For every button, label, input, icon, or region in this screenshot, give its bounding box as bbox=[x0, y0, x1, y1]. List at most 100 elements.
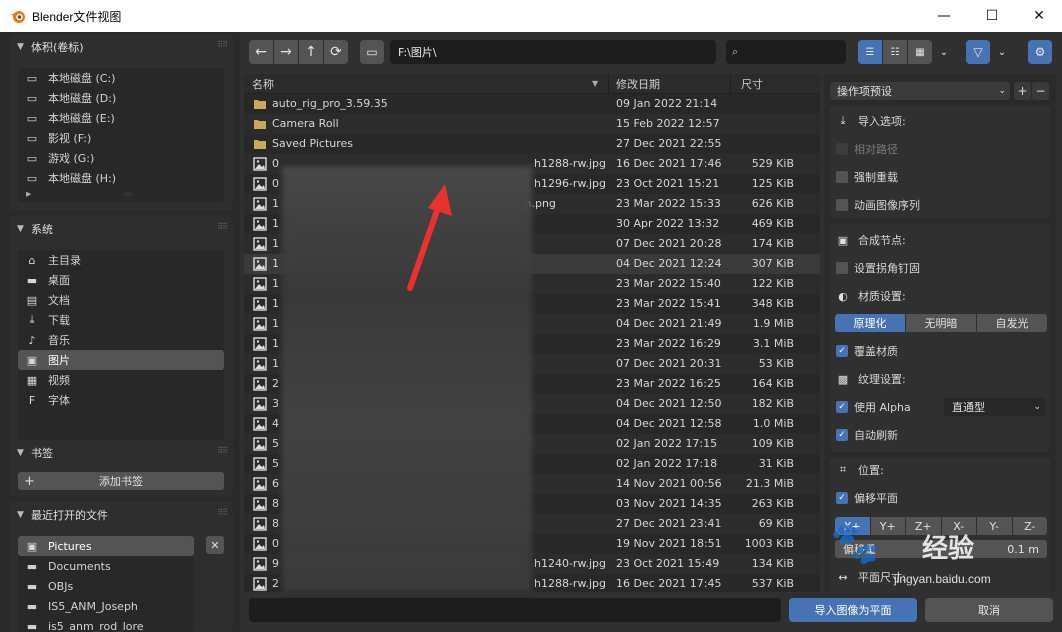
sidebar-item[interactable]: ⤓ 下载 bbox=[18, 310, 224, 330]
import-button[interactable]: 导入图像为平面 bbox=[789, 598, 917, 622]
parent-dir-button[interactable]: ↑ bbox=[299, 40, 323, 64]
offset-planes-checkbox[interactable]: ✓ 偏移平面 bbox=[836, 489, 898, 507]
folder-icon bbox=[254, 120, 266, 129]
list-horizontal-icon: ☷ bbox=[890, 46, 900, 58]
sidebar-item[interactable]: ▭ 本地磁盘 (D:) bbox=[18, 88, 224, 108]
sidebar-item[interactable]: ♪ 音乐 bbox=[18, 330, 224, 350]
sidebar-item[interactable]: ▬ Documents bbox=[18, 556, 194, 576]
file-date: 27 Dec 2021 23:41 bbox=[616, 517, 722, 530]
filter-options-dropdown[interactable]: ⌄ bbox=[992, 40, 1012, 64]
force-reload-checkbox[interactable]: 强制重载 bbox=[836, 168, 898, 186]
column-name-header[interactable]: 名称 bbox=[252, 76, 274, 92]
bookmarks-panel-header[interactable]: ▼ 书签 ⠿⠿ bbox=[9, 440, 233, 466]
checkbox-checked[interactable]: ✓ bbox=[836, 401, 848, 413]
sidebar-item[interactable]: ▣ 图片 bbox=[18, 350, 224, 370]
settings-button[interactable]: ⚙ bbox=[1028, 40, 1052, 64]
checkbox-checked[interactable]: ✓ bbox=[836, 345, 848, 357]
relative-path-checkbox[interactable]: 相对路径 bbox=[836, 140, 898, 158]
file-row[interactable]: auto_rig_pro_3.59.35 09 Jan 2022 21:14 bbox=[244, 94, 820, 114]
search-input[interactable]: ⌕ bbox=[726, 40, 846, 64]
auto-refresh-checkbox[interactable]: ✓ 自动刷新 bbox=[836, 426, 898, 444]
filter-button[interactable]: ▽ bbox=[966, 40, 990, 64]
maximize-button[interactable]: ☐ bbox=[969, 0, 1015, 32]
use-alpha-checkbox[interactable]: ✓ 使用 Alpha bbox=[836, 398, 911, 416]
file-row[interactable]: Saved Pictures 27 Dec 2021 22:55 bbox=[244, 134, 820, 154]
column-separator[interactable] bbox=[608, 74, 609, 94]
add-preset-button[interactable]: + bbox=[1014, 82, 1031, 100]
sidebar-item[interactable]: ▬ IS5_ANM_Joseph bbox=[18, 596, 194, 616]
column-size-header[interactable]: 尺寸 bbox=[741, 76, 763, 92]
checker-texture-icon: ▩ bbox=[837, 372, 849, 386]
sidebar-item[interactable]: ▣ Pictures bbox=[18, 536, 194, 556]
shader-selector[interactable]: 原理化 无明暗 自发光 bbox=[835, 314, 1047, 332]
forward-button[interactable]: → bbox=[274, 40, 298, 64]
grip-icon[interactable]: ⠿⠿ bbox=[217, 222, 228, 231]
checkbox-checked[interactable]: ✓ bbox=[836, 492, 848, 504]
view-list-vertical-button[interactable]: ☰ bbox=[858, 40, 882, 64]
file-row[interactable]: Camera Roll 15 Feb 2022 12:57 bbox=[244, 114, 820, 134]
add-bookmark-button[interactable]: + 添加书签 bbox=[18, 472, 224, 490]
volumes-panel-header[interactable]: ▼ 体积(卷标) ⠿⠿ bbox=[9, 34, 233, 60]
sidebar-item[interactable]: ▭ 游戏 (G:) bbox=[18, 148, 224, 168]
file-name: Camera Roll bbox=[272, 117, 339, 130]
column-separator[interactable] bbox=[730, 74, 731, 94]
operator-presets-dropdown[interactable]: 操作项预设 ⌄ bbox=[830, 82, 1010, 100]
shader-principled-option[interactable]: 原理化 bbox=[835, 314, 905, 332]
column-date-header[interactable]: 修改日期 bbox=[616, 76, 660, 92]
alpha-mode-select[interactable]: 直通型 ⌄ bbox=[944, 398, 1046, 416]
checkbox[interactable] bbox=[836, 262, 848, 274]
file-name: 6 bbox=[272, 477, 279, 490]
cancel-button[interactable]: 取消 bbox=[925, 598, 1053, 622]
disk-icon: ▭ bbox=[26, 131, 38, 145]
system-panel-header[interactable]: ▼ 系统 ⠿⠿ bbox=[9, 216, 233, 242]
checkbox[interactable] bbox=[836, 171, 848, 183]
grip-icon[interactable]: ⠿⠿ bbox=[217, 508, 228, 517]
new-folder-button[interactable]: ▭ bbox=[360, 40, 384, 64]
file-size: 529 KiB bbox=[751, 157, 794, 170]
view-options-dropdown[interactable]: ⌄ bbox=[934, 40, 954, 64]
sidebar-item[interactable]: ▬ 桌面 bbox=[18, 270, 224, 290]
checkbox-checked[interactable]: ✓ bbox=[836, 429, 848, 441]
sidebar-item[interactable]: ▬ OBJs bbox=[18, 576, 194, 596]
sidebar-item-label: 文档 bbox=[48, 294, 70, 307]
sidebar-item[interactable]: ▭ 本地磁盘 (H:) bbox=[18, 168, 224, 188]
view-thumbnails-button[interactable]: ▦ bbox=[908, 40, 932, 64]
node-editor-icon: ▣ bbox=[837, 233, 849, 247]
override-material-checkbox[interactable]: ✓ 覆盖材质 bbox=[836, 342, 898, 360]
chevron-down-icon: ▼ bbox=[17, 42, 24, 52]
resize-grip-icon[interactable]: :::: bbox=[124, 191, 132, 198]
expand-arrow-icon[interactable]: ▶ bbox=[26, 190, 31, 198]
system-panel: ▼ 系统 ⠿⠿ ⌂主目录▬桌面▤文档⤓下载♪音乐▣图片▦视频F字体 ▶ :::: bbox=[9, 216, 233, 466]
remove-preset-button[interactable]: − bbox=[1032, 82, 1049, 100]
sidebar-item[interactable]: ▤ 文档 bbox=[18, 290, 224, 310]
import-options-heading: ⤓ 导入选项: bbox=[836, 112, 906, 130]
refresh-button[interactable]: ⟳ bbox=[324, 40, 348, 64]
sidebar-item[interactable]: ▦ 视频 bbox=[18, 370, 224, 390]
checkbox[interactable] bbox=[836, 199, 848, 211]
sort-arrow-icon[interactable]: ▼ bbox=[592, 79, 598, 88]
corner-pin-checkbox[interactable]: 设置拐角钉固 bbox=[836, 259, 920, 277]
sidebar-item-label: IS5_ANM_Joseph bbox=[48, 599, 138, 613]
close-button[interactable]: ✕ bbox=[1016, 0, 1062, 32]
recent-panel-header[interactable]: ▼ 最近打开的文件 ⠿⠿ bbox=[9, 502, 233, 528]
grip-icon[interactable]: ⠿⠿ bbox=[217, 40, 228, 49]
shader-emission-option[interactable]: 自发光 bbox=[977, 314, 1047, 332]
sidebar-item[interactable]: ▬ is5_anm_rod_lore bbox=[18, 616, 194, 632]
filename-input[interactable] bbox=[249, 598, 781, 622]
sidebar-item[interactable]: F 字体 bbox=[18, 390, 224, 410]
anim-sequence-checkbox[interactable]: 动画图像序列 bbox=[836, 196, 920, 214]
sidebar-item[interactable]: ▭ 本地磁盘 (E:) bbox=[18, 108, 224, 128]
sidebar-item[interactable]: ▭ 影视 (F:) bbox=[18, 128, 224, 148]
file-name: 1 bbox=[272, 337, 279, 350]
checkbox[interactable] bbox=[836, 143, 848, 155]
minimize-button[interactable]: — bbox=[921, 0, 967, 32]
grip-icon[interactable]: ⠿⠿ bbox=[217, 446, 228, 455]
file-date: 23 Mar 2022 15:41 bbox=[616, 297, 721, 310]
back-button[interactable]: ← bbox=[249, 40, 273, 64]
clear-recent-button[interactable]: ✕ bbox=[206, 536, 224, 554]
sidebar-item[interactable]: ▭ 本地磁盘 (C:) bbox=[18, 68, 224, 88]
path-input[interactable]: F:\图片\ bbox=[390, 40, 716, 64]
sidebar-item[interactable]: ⌂ 主目录 bbox=[18, 250, 224, 270]
view-list-horizontal-button[interactable]: ☷ bbox=[883, 40, 907, 64]
shader-shadeless-option[interactable]: 无明暗 bbox=[906, 314, 976, 332]
